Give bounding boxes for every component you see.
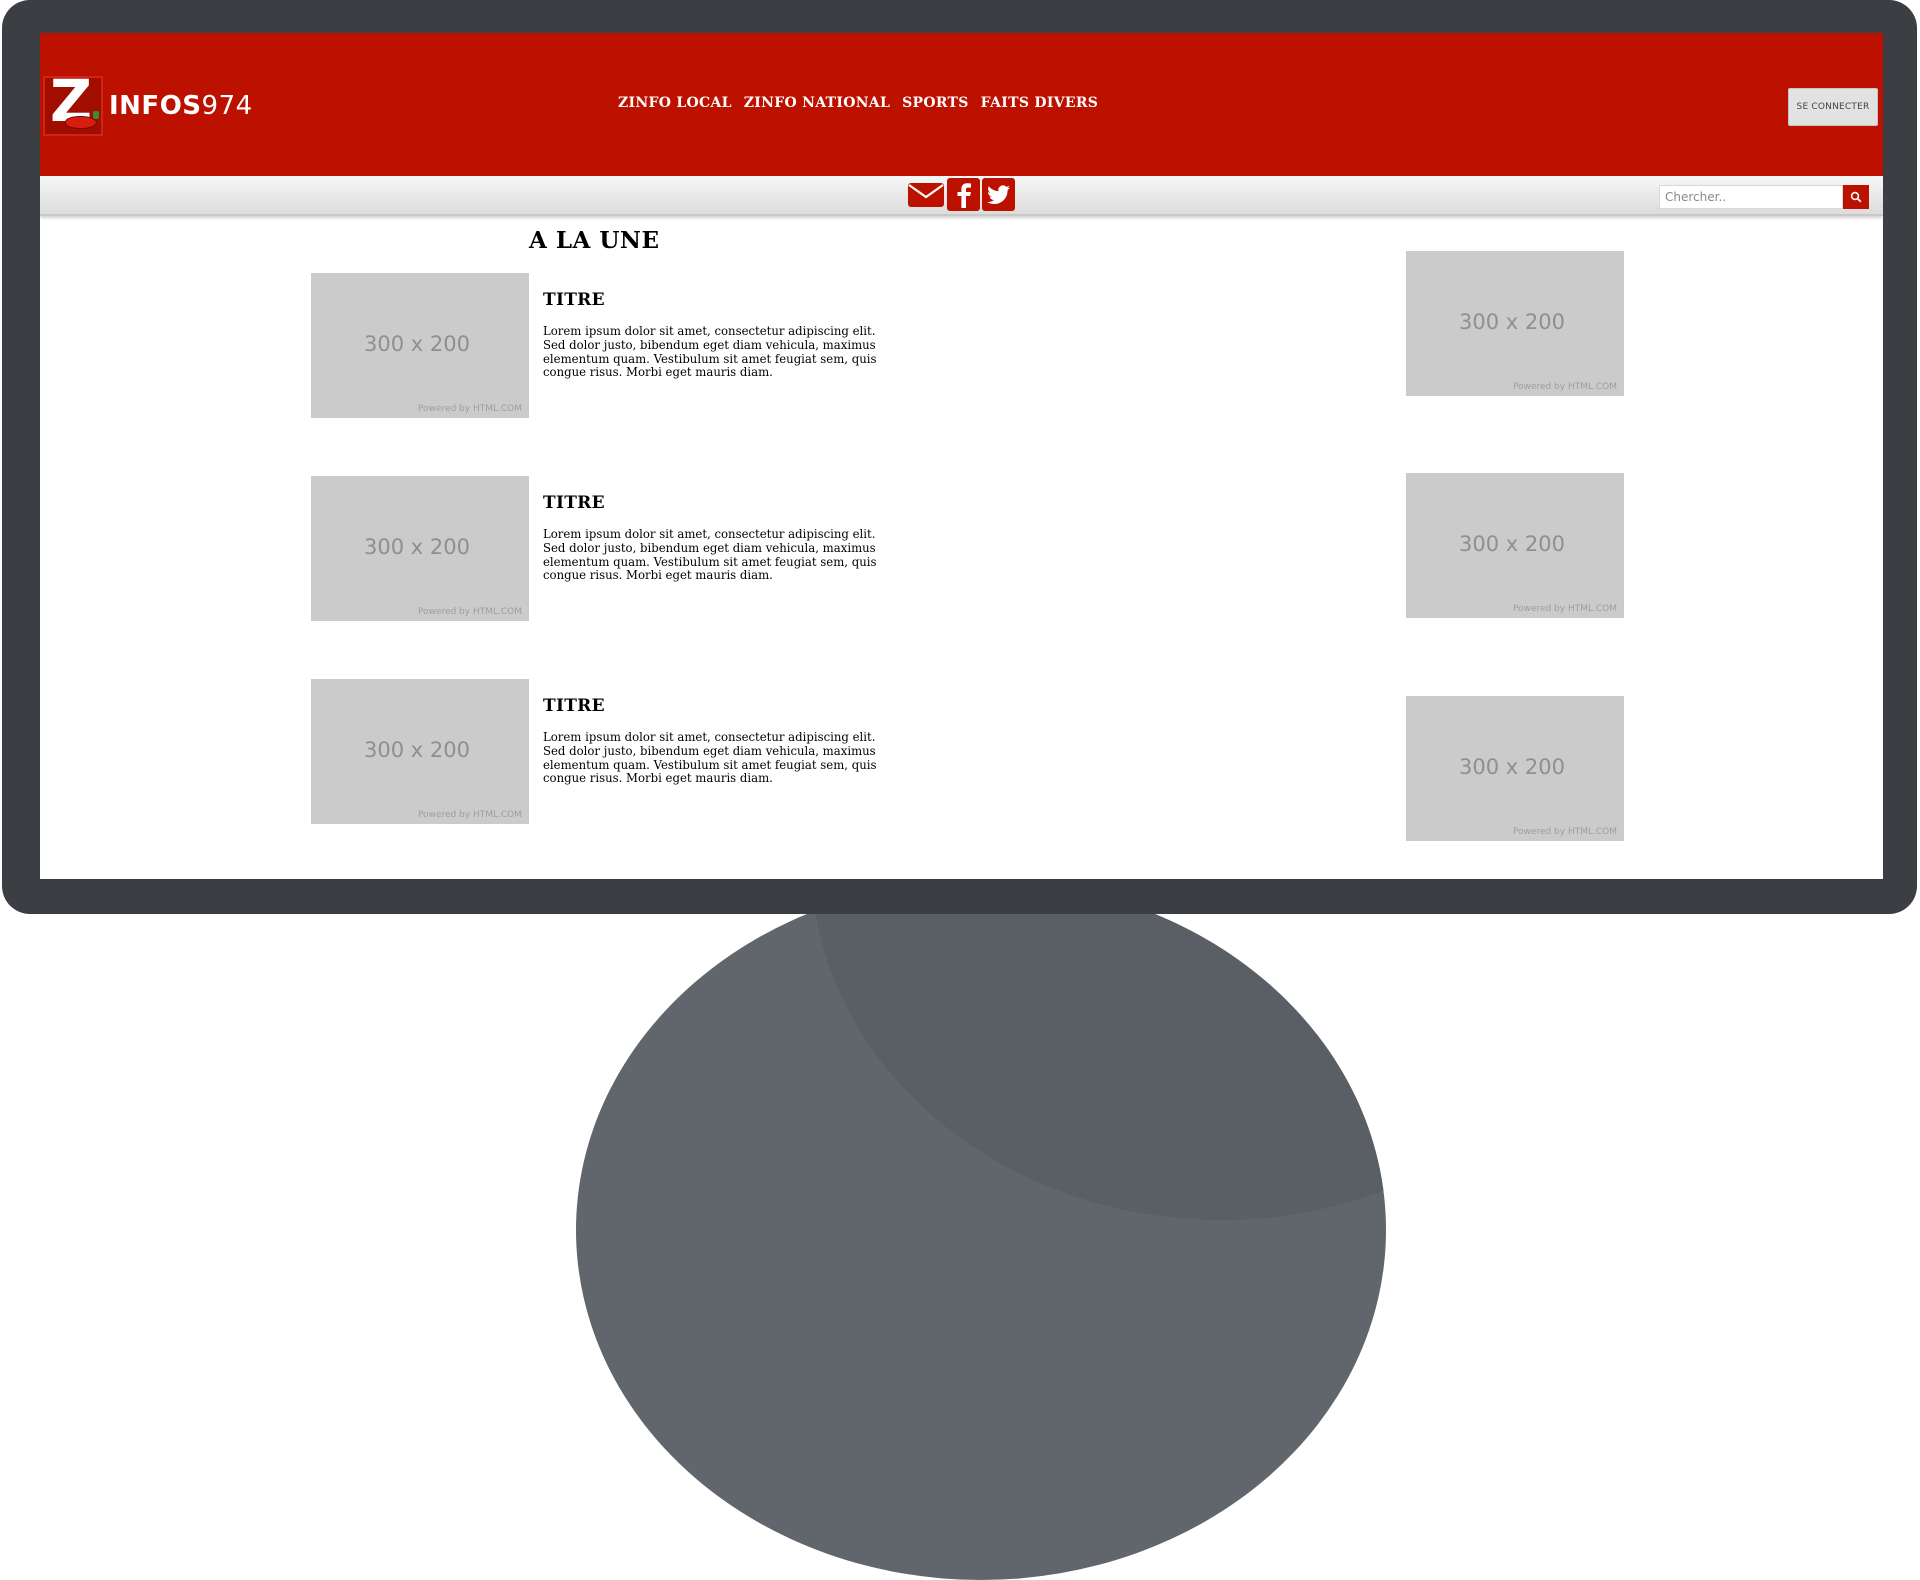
search-input[interactable] xyxy=(1659,185,1843,209)
image-size-label: 300 x 200 xyxy=(364,535,470,559)
image-size-label: 300 x 200 xyxy=(1459,755,1565,779)
article-card: TITRE Lorem ipsum dolor sit amet, consec… xyxy=(543,493,883,583)
search-icon xyxy=(1850,191,1862,203)
nav-faits-divers[interactable]: FAITS DIVERS xyxy=(981,95,1099,111)
nav-zinfo-local[interactable]: ZINFO LOCAL xyxy=(618,95,732,111)
chili-stem-icon xyxy=(93,111,99,119)
search-box xyxy=(1659,185,1869,209)
sidebar-ad-image[interactable]: 300 x 200 Powered by HTML.COM xyxy=(1406,251,1624,396)
article-card: TITRE Lorem ipsum dolor sit amet, consec… xyxy=(543,696,883,786)
section-title: A LA UNE xyxy=(529,227,660,254)
nav-zinfo-national[interactable]: ZINFO NATIONAL xyxy=(744,95,890,111)
monitor-stand xyxy=(576,880,1386,1580)
chili-pepper-icon xyxy=(65,116,97,129)
nav-sports[interactable]: SPORTS xyxy=(902,95,969,111)
twitter-icon[interactable] xyxy=(982,178,1015,211)
article-image[interactable]: 300 x 200 Powered by HTML.COM xyxy=(311,476,529,621)
article-title[interactable]: TITRE xyxy=(543,696,883,716)
login-button[interactable]: SE CONNECTER xyxy=(1788,88,1878,126)
article-title[interactable]: TITRE xyxy=(543,290,883,310)
image-size-label: 300 x 200 xyxy=(364,332,470,356)
sidebar-ad-image[interactable]: 300 x 200 Powered by HTML.COM xyxy=(1406,473,1624,618)
image-size-label: 300 x 200 xyxy=(1459,310,1565,334)
logo-main-text: INFOS xyxy=(109,91,202,121)
logo-wordmark: INFOS974 xyxy=(109,91,253,121)
monitor-stand-shade xyxy=(811,880,1386,1220)
image-credit: Powered by HTML.COM xyxy=(1512,827,1617,837)
article-card: TITRE Lorem ipsum dolor sit amet, consec… xyxy=(543,290,883,380)
article-excerpt: Lorem ipsum dolor sit amet, consectetur … xyxy=(543,324,877,380)
image-credit: Powered by HTML.COM xyxy=(1512,382,1617,392)
main-nav: ZINFO LOCAL ZINFO NATIONAL SPORTS FAITS … xyxy=(618,95,1098,111)
article-excerpt: Lorem ipsum dolor sit amet, consectetur … xyxy=(543,730,877,786)
logo-badge: Z xyxy=(43,72,103,136)
article-title[interactable]: TITRE xyxy=(543,493,883,513)
image-credit: Powered by HTML.COM xyxy=(417,404,522,414)
logo-number-text: 974 xyxy=(201,91,253,121)
image-size-label: 300 x 200 xyxy=(1459,532,1565,556)
image-credit: Powered by HTML.COM xyxy=(417,607,522,617)
image-credit: Powered by HTML.COM xyxy=(1512,604,1617,614)
article-excerpt: Lorem ipsum dolor sit amet, consectetur … xyxy=(543,527,877,583)
social-search-bar xyxy=(40,176,1883,216)
image-size-label: 300 x 200 xyxy=(364,738,470,762)
search-button[interactable] xyxy=(1843,185,1869,209)
social-links xyxy=(907,178,1015,211)
image-credit: Powered by HTML.COM xyxy=(417,810,522,820)
article-image[interactable]: 300 x 200 Powered by HTML.COM xyxy=(311,273,529,418)
article-image[interactable]: 300 x 200 Powered by HTML.COM xyxy=(311,679,529,824)
monitor-bezel: Z INFOS974 ZINFO LOCAL ZINFO NATIONAL SP… xyxy=(2,0,1917,914)
browser-viewport: Z INFOS974 ZINFO LOCAL ZINFO NATIONAL SP… xyxy=(40,33,1883,879)
sidebar-ad-image[interactable]: 300 x 200 Powered by HTML.COM xyxy=(1406,696,1624,841)
site-logo[interactable]: Z INFOS974 xyxy=(43,72,253,136)
site-header: Z INFOS974 ZINFO LOCAL ZINFO NATIONAL SP… xyxy=(40,33,1883,176)
facebook-icon[interactable] xyxy=(947,178,980,211)
mail-icon[interactable] xyxy=(907,178,945,211)
